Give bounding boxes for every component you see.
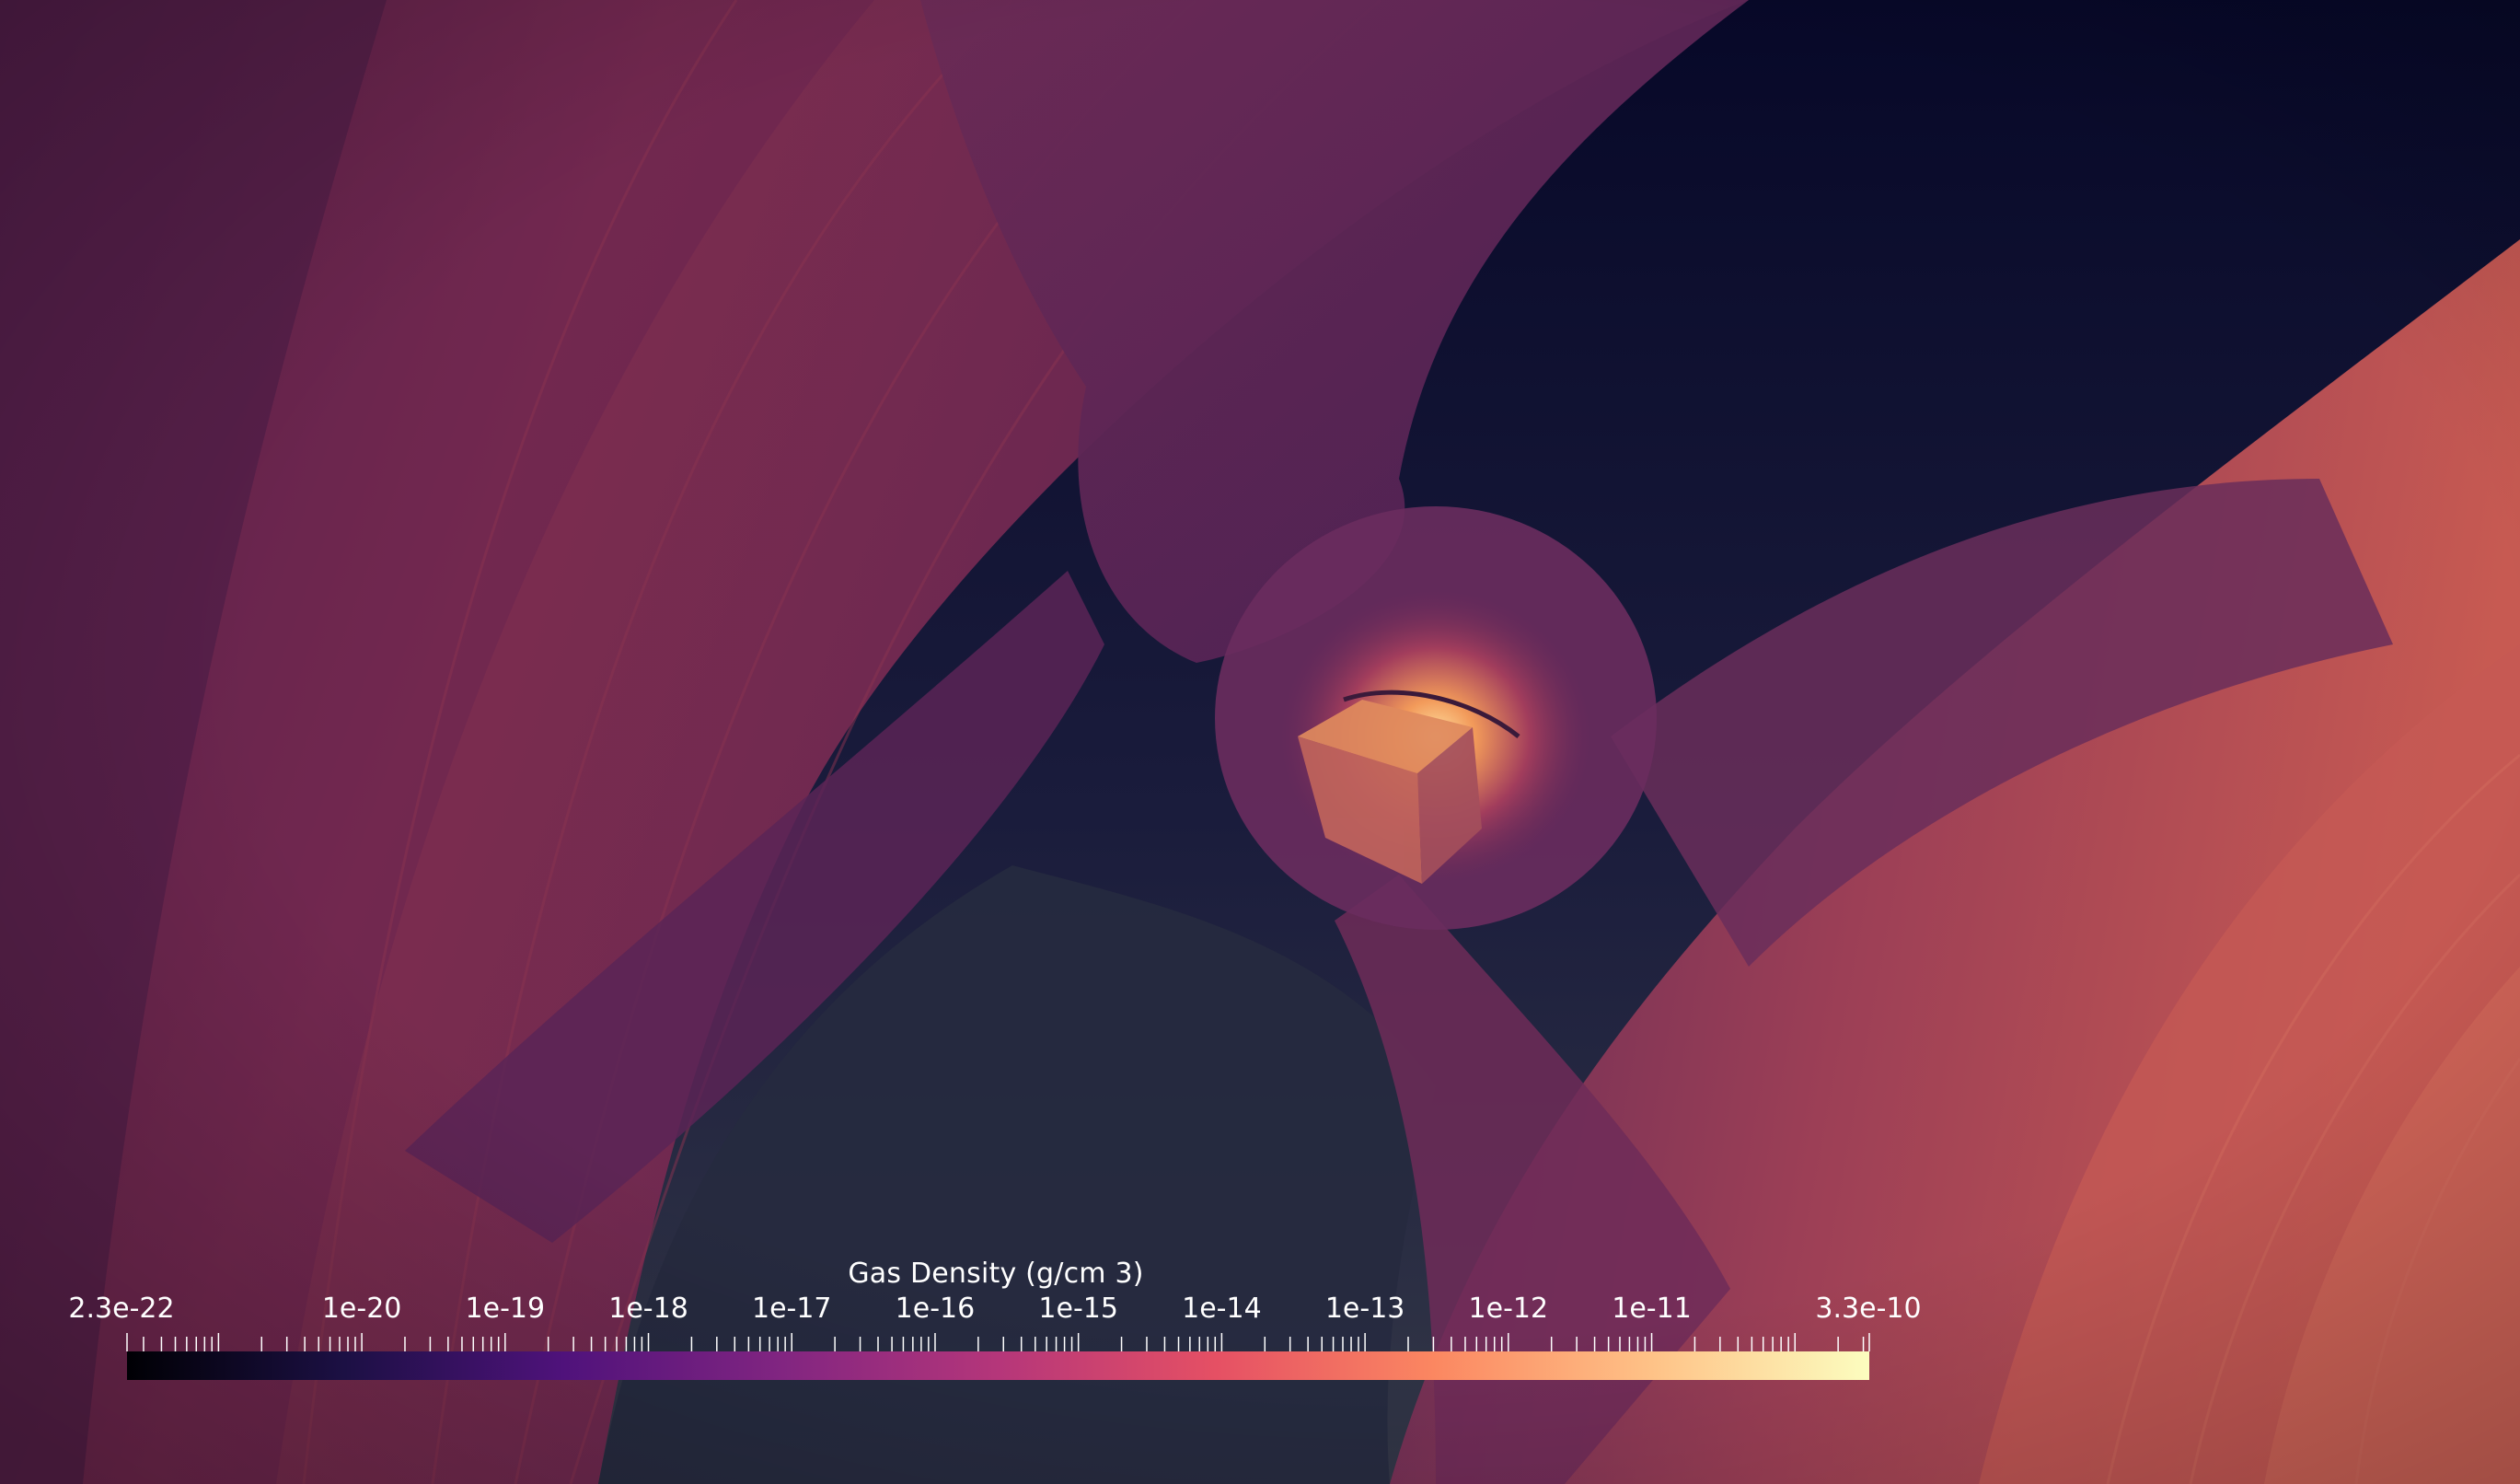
density-render-scene: [0, 0, 2520, 1484]
